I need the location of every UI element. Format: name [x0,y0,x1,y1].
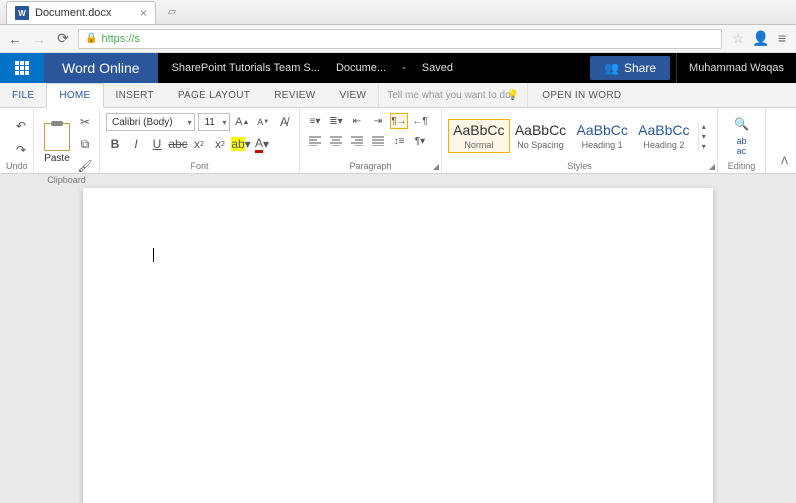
document-page[interactable] [83,188,713,503]
word-favicon: W [15,6,29,20]
clear-format-button[interactable]: A̸ [275,113,293,131]
outdent-button[interactable]: ⇤ [348,113,366,129]
numbering-button[interactable]: ≣▾ [327,113,345,129]
crumb-site[interactable]: SharePoint Tutorials Team S... [172,62,320,74]
tell-me-search[interactable]: Tell me what you want to do 💡 [378,83,528,107]
group-editing: 🔍 abac Editing [718,108,766,173]
share-label: Share [624,61,656,75]
paste-button[interactable]: Paste [40,121,74,166]
bold-button[interactable]: B [106,135,124,153]
style-no-spacing[interactable]: AaBbCc No Spacing [510,119,572,153]
tab-view[interactable]: VIEW [327,83,378,107]
strikethrough-button[interactable]: abc [169,135,187,153]
find-button[interactable]: 🔍 [733,115,751,133]
close-icon[interactable]: × [140,6,147,20]
subscript-button[interactable]: x2 [190,135,208,153]
lock-icon: 🔒 [85,33,97,44]
ribbon-tabs: FILE HOME INSERT PAGE LAYOUT REVIEW VIEW… [0,83,796,108]
ribbon: ↶ ↷ Undo Paste ✂ ⧉ 🖌 Clipboard Calibri (… [0,108,796,174]
open-in-word-button[interactable]: OPEN IN WORD [528,83,635,107]
back-button[interactable]: ← [6,30,24,48]
font-family-select[interactable]: Calibri (Body) [106,113,195,131]
menu-icon[interactable]: ≡ [778,30,786,47]
font-color-button[interactable]: A▾ [253,135,271,153]
highlight-button[interactable]: ab▾ [232,135,250,153]
copy-button[interactable]: ⧉ [76,135,94,153]
group-label-paragraph: Paragraph [306,161,435,173]
group-label-clipboard: Clipboard [40,175,93,187]
format-painter-button[interactable]: 🖌 [76,157,94,175]
app-name[interactable]: Word Online [44,53,158,83]
app-launcher-button[interactable] [0,53,44,83]
browser-tab-strip: W Document.docx × ▱ [0,0,796,25]
underline-button[interactable]: U [148,135,166,153]
group-paragraph: ≡▾ ≣▾ ⇤ ⇥ ¶→ ←¶ ↕≡ ¶▾ Paragraph ◢ [300,108,442,173]
cut-button[interactable]: ✂ [76,113,94,131]
reload-button[interactable]: ⟳ [54,30,72,48]
align-center-button[interactable] [327,133,345,149]
indent-button[interactable]: ⇥ [369,113,387,129]
grow-font-button[interactable]: A▲ [233,113,251,131]
justify-button[interactable] [369,133,387,149]
group-label-styles: Styles [448,161,711,173]
style-heading-2[interactable]: AaBbCc Heading 2 [633,119,695,153]
styles-launcher-icon[interactable]: ◢ [709,162,715,171]
crumb-doc[interactable]: Docume... [336,62,386,74]
lightbulb-icon: 💡 [507,90,519,101]
profile-icon[interactable]: 👤 [752,30,769,47]
tab-title: Document.docx [35,7,111,19]
replace-button[interactable]: abac [733,137,751,155]
align-right-button[interactable] [348,133,366,149]
group-label-editing: Editing [724,161,759,173]
share-button[interactable]: 👥 Share [590,56,670,80]
redo-button[interactable]: ↷ [12,141,30,159]
app-header: Word Online SharePoint Tutorials Team S.… [0,53,796,83]
browser-address-bar: ← → ⟳ 🔒 https://s ☆ 👤 ≡ [0,25,796,53]
group-undo: ↶ ↷ Undo [0,108,34,173]
url-text: https://s [101,33,140,45]
line-spacing-button[interactable]: ↕≡ [390,133,408,149]
collapse-ribbon-button[interactable]: ᐱ [781,156,788,167]
italic-button[interactable]: I [127,135,145,153]
style-heading-1[interactable]: AaBbCc Heading 1 [571,119,633,153]
forward-button[interactable]: → [30,30,48,48]
document-canvas[interactable] [0,174,796,503]
tab-insert[interactable]: INSERT [104,83,166,107]
breadcrumb: SharePoint Tutorials Team S... Docume...… [158,53,584,83]
tab-page-layout[interactable]: PAGE LAYOUT [166,83,262,107]
share-icon: 👥 [604,61,619,75]
tab-file[interactable]: FILE [0,83,46,107]
align-left-button[interactable] [306,133,324,149]
waffle-icon [15,61,29,75]
tab-review[interactable]: REVIEW [262,83,327,107]
user-name[interactable]: Muhammad Waqas [676,53,796,83]
style-normal[interactable]: AaBbCc Normal [448,119,510,153]
shrink-font-button[interactable]: A▼ [254,113,272,131]
crumb-sep: - [402,62,406,74]
tell-me-placeholder: Tell me what you want to do [387,90,510,101]
group-label-undo: Undo [6,161,27,173]
bookmark-icon[interactable]: ☆ [732,30,745,47]
styles-more-button[interactable]: ▴▾▾ [698,122,711,151]
group-clipboard: Paste ✂ ⧉ 🖌 Clipboard [34,108,100,173]
paragraph-launcher-icon[interactable]: ◢ [433,162,439,171]
ltr-button[interactable]: ¶→ [390,113,408,129]
group-font: Calibri (Body) 11 A▲ A▼ A̸ B I U abc x2 … [100,108,300,173]
paste-icon [44,123,70,151]
text-cursor [153,248,154,262]
crumb-status: Saved [422,62,453,74]
new-tab-button[interactable]: ▱ [162,5,182,21]
tab-home[interactable]: HOME [46,83,103,108]
undo-button[interactable]: ↶ [12,117,30,135]
special-indent-button[interactable]: ¶▾ [411,133,429,149]
bullets-button[interactable]: ≡▾ [306,113,324,129]
group-label-font: Font [106,161,293,173]
browser-tab[interactable]: W Document.docx × [6,1,156,24]
group-styles: AaBbCc Normal AaBbCc No Spacing AaBbCc H… [442,108,718,173]
font-size-select[interactable]: 11 [198,113,230,131]
superscript-button[interactable]: x2 [211,135,229,153]
url-field[interactable]: 🔒 https://s [78,29,722,49]
paste-label: Paste [44,153,70,164]
rtl-button[interactable]: ←¶ [411,113,429,129]
